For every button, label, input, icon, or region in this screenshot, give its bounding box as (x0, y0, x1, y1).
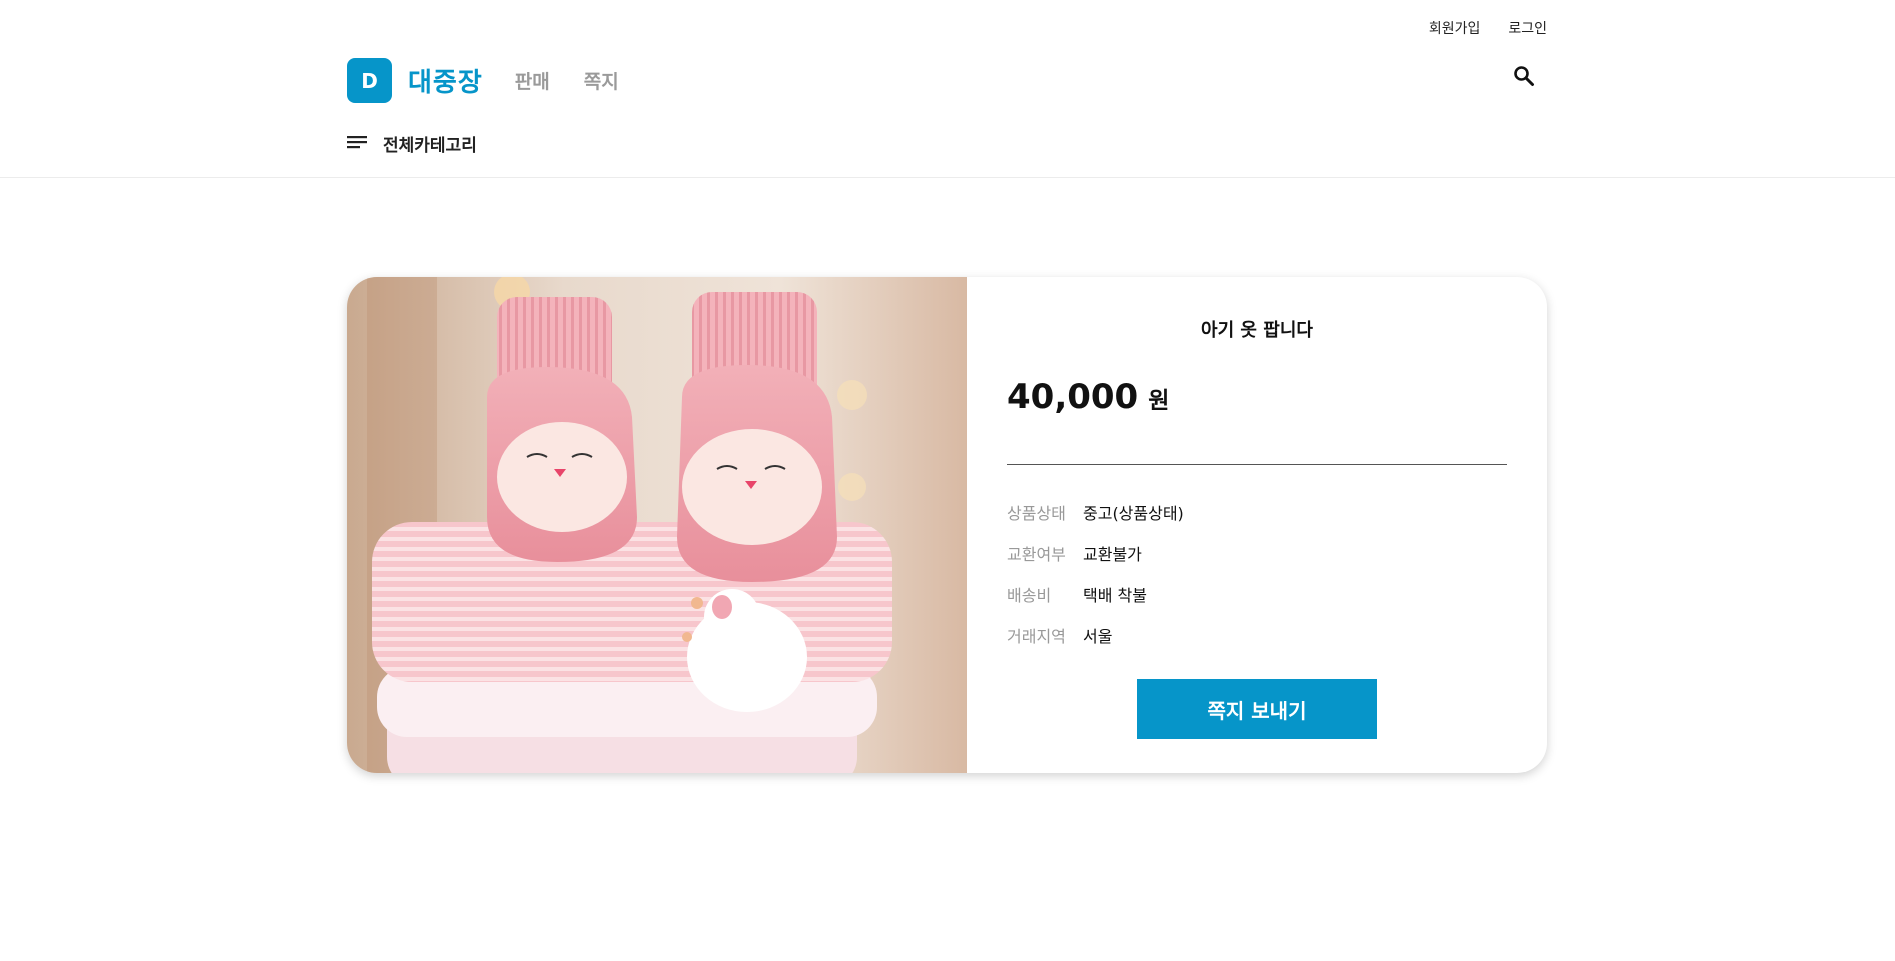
login-link[interactable]: 로그인 (1508, 18, 1547, 38)
signup-link[interactable]: 회원가입 (1429, 18, 1481, 38)
logo[interactable]: D (347, 58, 392, 103)
brand-name[interactable]: 대중장 (408, 62, 483, 99)
detail-value: 택배 착불 (1083, 585, 1147, 605)
price-value: 40,000 (1007, 377, 1139, 417)
detail-row: 거래지역 서울 (1007, 614, 1184, 655)
detail-row: 상품상태 중고(상품상태) (1007, 491, 1184, 532)
logo-letter: D (361, 68, 378, 93)
detail-label: 배송비 (1007, 585, 1052, 605)
detail-row: 배송비 택배 착불 (1007, 573, 1184, 614)
detail-row: 교환여부 교환불가 (1007, 532, 1184, 573)
send-message-button[interactable]: 쪽지 보내기 (1137, 679, 1377, 739)
detail-value: 중고(상품상태) (1083, 503, 1184, 523)
top-links: 회원가입 로그인 (1429, 18, 1547, 38)
all-categories-label: 전체카테고리 (383, 136, 477, 156)
product-details: 상품상태 중고(상품상태) 교환여부 교환불가 배송비 택배 착불 거래지역 서… (1007, 491, 1184, 655)
product-title: 아기 옷 팝니다 (1201, 320, 1313, 341)
search-icon[interactable] (1512, 64, 1536, 88)
product-info: 아기 옷 팝니다 40,000 원 상품상태 중고(상품상태) 교환여부 교환불… (967, 277, 1547, 773)
hamburger-menu-icon (347, 134, 367, 154)
detail-label: 교환여부 (1007, 544, 1066, 564)
site-header: 회원가입 로그인 D 대중장 판매 쪽지 전체카테고리 (0, 0, 1895, 178)
price-currency: 원 (1148, 388, 1170, 414)
detail-label: 거래지역 (1007, 626, 1066, 646)
divider (1007, 464, 1507, 465)
product-card: 아기 옷 팝니다 40,000 원 상품상태 중고(상품상태) 교환여부 교환불… (347, 277, 1547, 773)
nav-messages[interactable]: 쪽지 (584, 67, 619, 94)
product-photo (347, 277, 967, 773)
detail-label: 상품상태 (1007, 503, 1066, 523)
all-categories-button[interactable]: 전체카테고리 (347, 131, 477, 156)
detail-value: 교환불가 (1083, 544, 1142, 564)
product-price: 40,000 원 (1007, 377, 1169, 417)
brand-row: D 대중장 판매 쪽지 (347, 58, 619, 103)
detail-value: 서울 (1083, 626, 1113, 646)
nav-sell[interactable]: 판매 (515, 67, 550, 94)
